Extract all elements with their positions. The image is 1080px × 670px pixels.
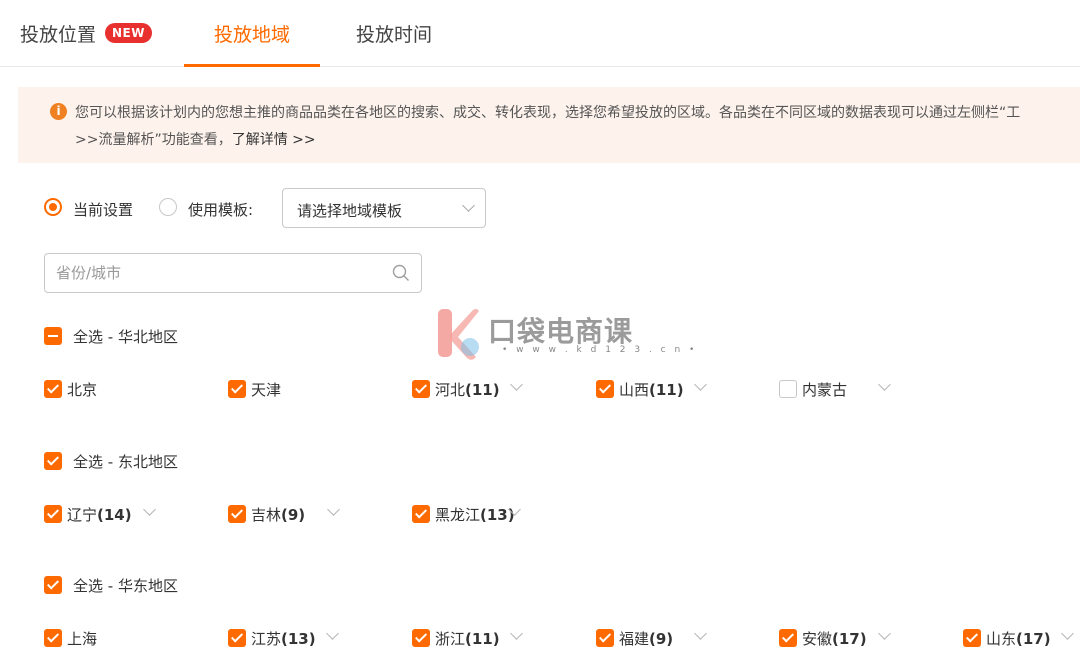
region-search-box <box>44 253 422 293</box>
watermark-text: 口袋电商课 <box>488 315 634 348</box>
expand-shanxi-chevron-icon[interactable] <box>694 378 707 391</box>
region-item-fujian: 福建(9) <box>619 628 673 649</box>
checkbox-jiangsu[interactable] <box>228 629 246 647</box>
region-item-zhejiang: 浙江(11) <box>435 628 500 649</box>
search-icon[interactable] <box>392 264 410 282</box>
checkbox-inner-mongolia[interactable] <box>779 380 797 398</box>
region-item-beijing: 北京 <box>67 379 97 400</box>
region-name: 内蒙古 <box>802 381 848 399</box>
region-search-input[interactable] <box>56 262 376 284</box>
region-item-jiangsu: 江苏(13) <box>251 628 316 649</box>
info-notice: i 您可以根据该计划内的您想主推的商品品类在各地区的搜索、成交、转化表现，选择您… <box>18 87 1080 163</box>
region-count: (14) <box>97 506 132 524</box>
checkbox-shanghai[interactable] <box>44 629 62 647</box>
info-icon: i <box>50 103 67 120</box>
region-template-select-value: 请选择地域模板 <box>297 202 403 220</box>
checkbox-tianjin[interactable] <box>228 380 246 398</box>
group-label-east-china: 全选 - 华东地区 <box>73 577 178 595</box>
region-item-shanxi: 山西(11) <box>619 379 684 400</box>
region-item-tianjin: 天津 <box>251 379 281 400</box>
checkbox-hebei[interactable] <box>412 380 430 398</box>
region-count: (11) <box>465 381 500 399</box>
region-name: 辽宁 <box>67 506 98 524</box>
expand-liaoning-chevron-icon[interactable] <box>143 503 156 516</box>
select-all-east-china-checkbox[interactable] <box>44 576 62 594</box>
checkbox-shandong[interactable] <box>963 629 981 647</box>
select-all-north-china-checkbox[interactable] <box>44 327 62 345</box>
checkbox-zhejiang[interactable] <box>412 629 430 647</box>
region-name: 上海 <box>67 630 98 648</box>
region-item-shandong: 山东(17) <box>986 628 1051 649</box>
expand-shandong-chevron-icon[interactable] <box>1061 627 1074 640</box>
region-item-heilongjiang: 黑龙江(13) <box>435 504 515 525</box>
tab-time-label: 投放时间 <box>356 23 433 46</box>
group-label-northeast: 全选 - 东北地区 <box>73 453 178 471</box>
current-setting-radio[interactable] <box>44 198 62 216</box>
notice-text-line1: 您可以根据该计划内的您想主推的商品品类在各地区的搜索、成交、转化表现，选择您希望… <box>75 105 1021 121</box>
checkbox-anhui[interactable] <box>779 629 797 647</box>
region-item-shanghai: 上海 <box>67 628 97 649</box>
notice-text-line2: >>流量解析”功能查看，了解详情 >> <box>75 129 316 149</box>
region-name: 山西 <box>619 381 650 399</box>
watermark-url: • w w w . k d 1 2 3 . c n • <box>502 345 698 355</box>
region-count: (9) <box>281 506 306 524</box>
expand-jilin-chevron-icon[interactable] <box>327 503 340 516</box>
region-name: 浙江 <box>435 630 466 648</box>
group-label-north-china: 全选 - 华北地区 <box>73 328 178 346</box>
tab-bar: 投放位置 NEW 投放地域 投放时间 <box>0 0 1080 67</box>
region-name: 天津 <box>251 381 282 399</box>
chevron-down-icon <box>462 199 475 212</box>
region-name: 安徽 <box>802 630 833 648</box>
tab-region[interactable]: 投放地域 <box>183 0 321 67</box>
region-count: (11) <box>649 381 684 399</box>
region-item-jilin: 吉林(9) <box>251 504 305 525</box>
region-name: 山东 <box>986 630 1017 648</box>
tab-time[interactable]: 投放时间 <box>356 0 432 66</box>
tab-region-label: 投放地域 <box>214 23 291 46</box>
region-item-inner-mongolia: 内蒙古 <box>802 379 847 400</box>
region-name: 吉林 <box>251 506 282 524</box>
region-template-select[interactable]: 请选择地域模板 <box>282 188 486 228</box>
checkbox-jilin[interactable] <box>228 505 246 523</box>
region-count: (11) <box>465 630 500 648</box>
region-name: 黑龙江 <box>435 506 481 524</box>
checkbox-beijing[interactable] <box>44 380 62 398</box>
expand-fujian-chevron-icon[interactable] <box>694 627 707 640</box>
region-item-hebei: 河北(11) <box>435 379 500 400</box>
watermark: 口袋电商课 • w w w . k d 1 2 3 . c n • <box>436 305 694 365</box>
region-item-anhui: 安徽(17) <box>802 628 867 649</box>
expand-jiangsu-chevron-icon[interactable] <box>326 627 339 640</box>
checkbox-shanxi[interactable] <box>596 380 614 398</box>
notice-text-line2-body: >>流量解析”功能查看， <box>75 132 232 148</box>
use-template-label: 使用模板: <box>188 201 254 219</box>
region-name: 河北 <box>435 381 466 399</box>
region-count: (9) <box>649 630 674 648</box>
new-badge: NEW <box>105 23 152 43</box>
use-template-radio[interactable] <box>159 198 177 216</box>
select-all-northeast-checkbox[interactable] <box>44 452 62 470</box>
region-count: (17) <box>1016 630 1051 648</box>
watermark-logo-icon <box>438 309 479 360</box>
region-count: (17) <box>832 630 867 648</box>
region-name: 福建 <box>619 630 650 648</box>
region-item-liaoning: 辽宁(14) <box>67 504 132 525</box>
learn-more-link[interactable]: 了解详情 >> <box>232 132 316 148</box>
tab-placement[interactable]: 投放位置 NEW <box>20 0 152 66</box>
checkbox-fujian[interactable] <box>596 629 614 647</box>
expand-anhui-chevron-icon[interactable] <box>878 627 891 640</box>
tab-placement-label: 投放位置 <box>20 23 97 46</box>
region-count: (13) <box>281 630 316 648</box>
region-name: 北京 <box>67 381 98 399</box>
checkbox-liaoning[interactable] <box>44 505 62 523</box>
expand-zhejiang-chevron-icon[interactable] <box>510 627 523 640</box>
expand-hebei-chevron-icon[interactable] <box>510 378 523 391</box>
region-name: 江苏 <box>251 630 282 648</box>
expand-inner-mongolia-chevron-icon[interactable] <box>878 378 891 391</box>
checkbox-heilongjiang[interactable] <box>412 505 430 523</box>
current-setting-label: 当前设置 <box>73 201 134 219</box>
